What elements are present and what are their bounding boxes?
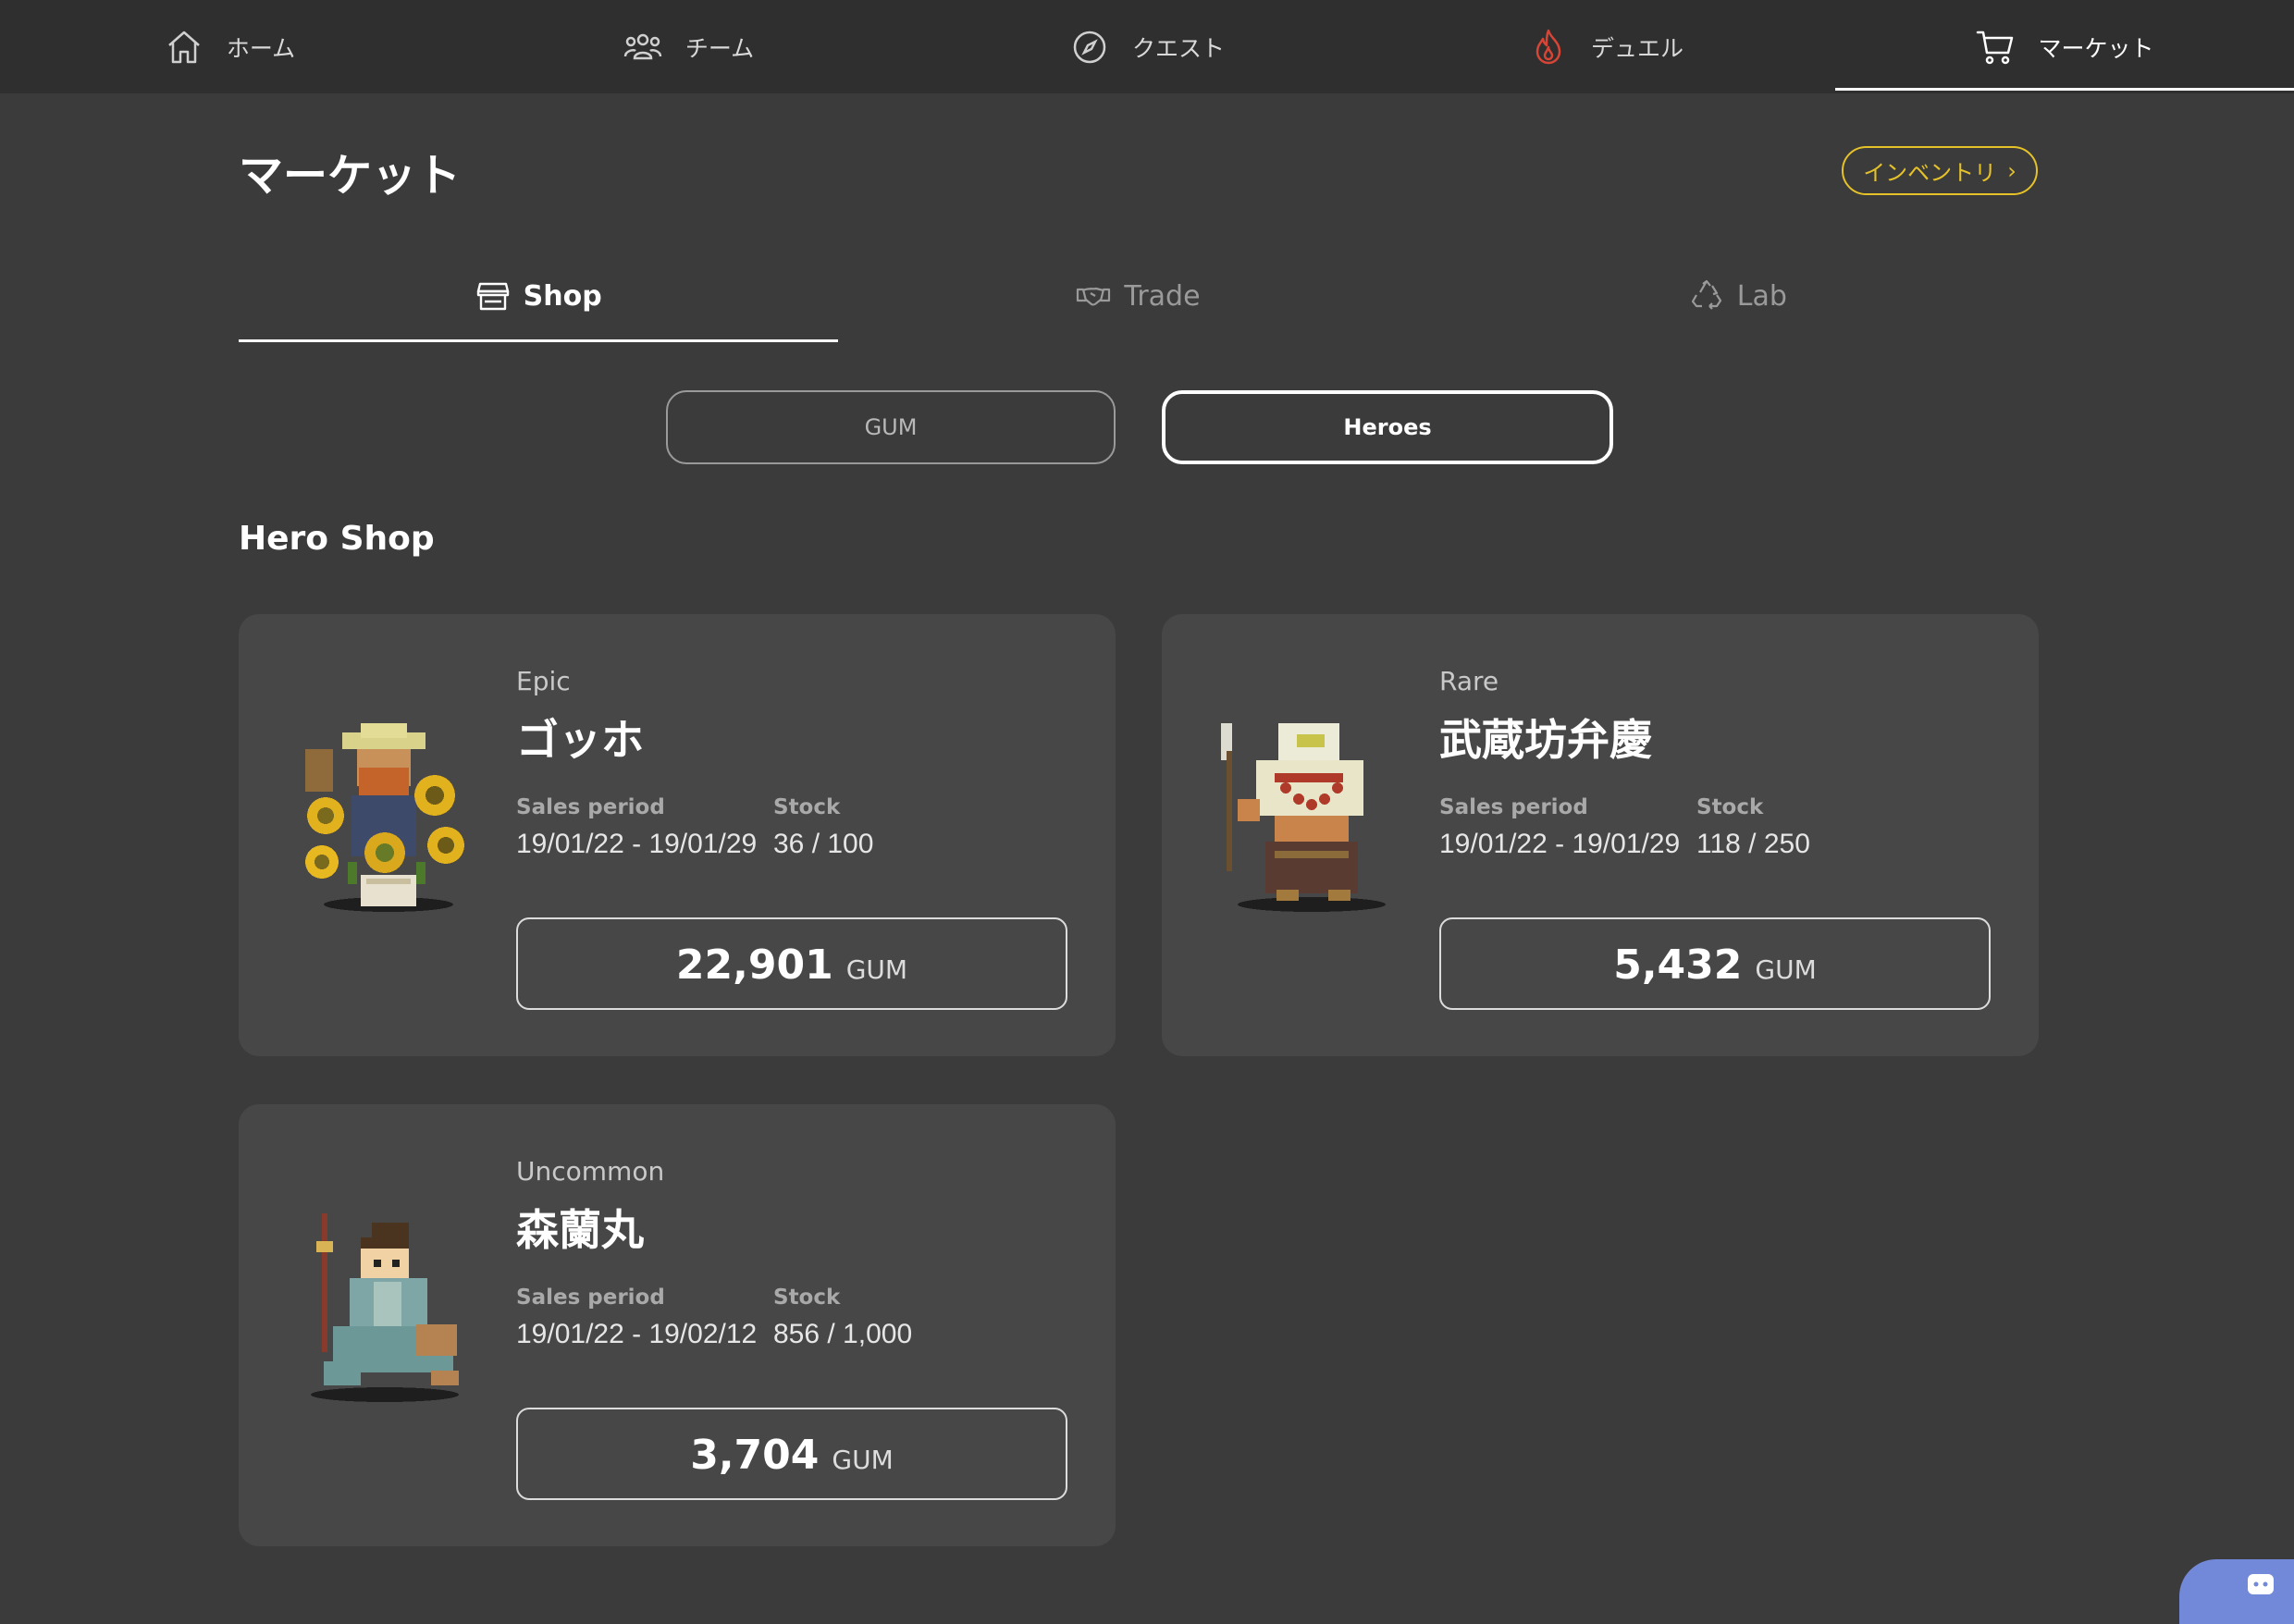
hero-card-ranmaru: Uncommon 森蘭丸 Sales period 19/01/22 - 19/… [239, 1104, 1116, 1546]
nav-item-team[interactable]: チーム [459, 0, 918, 93]
compass-icon [1073, 31, 1106, 63]
stock-value: 856 / 1,000 [773, 1319, 913, 1349]
price-unit: GUM [845, 954, 908, 985]
tab-lab-label: Lab [1736, 279, 1787, 313]
price-value: 3,704 [690, 1432, 820, 1479]
hero-name: 武蔵坊弁慶 [1439, 715, 1652, 765]
hero-sprite-ranmaru [311, 1213, 459, 1402]
nav-item-duel[interactable]: デュエル [1376, 0, 1835, 93]
price-value: 5,432 [1613, 941, 1743, 989]
discord-chat-button[interactable] [2179, 1559, 2294, 1624]
price-unit: GUM [832, 1445, 894, 1475]
nav-item-home[interactable]: ホーム [0, 0, 459, 93]
tab-trade[interactable]: Trade [838, 250, 1437, 342]
sales-period-label: Sales period [1439, 795, 1588, 819]
price-unit: GUM [1755, 954, 1817, 985]
inventory-button[interactable]: インベントリ › [1842, 146, 2038, 195]
handshake-icon [1077, 287, 1111, 306]
price-value: 22,901 [675, 941, 833, 989]
home-icon [168, 31, 200, 63]
inventory-label: インベントリ [1863, 160, 1997, 186]
nav-label-home: ホーム [226, 34, 296, 62]
stock-value: 36 / 100 [773, 829, 874, 859]
buy-button-ranmaru[interactable]: 3,704 GUM [516, 1408, 1067, 1500]
tab-trade-label: Trade [1124, 279, 1201, 313]
sales-period-label: Sales period [516, 1286, 665, 1310]
shop-icon [476, 282, 509, 311]
hero-card-gogh: Epic ゴッホ Sales period 19/01/22 - 19/01/2… [239, 614, 1116, 1056]
buy-button-benkei[interactable]: 5,432 GUM [1439, 917, 1991, 1010]
stock-label: Stock [773, 1286, 841, 1310]
nav-label-market: マーケット [2038, 34, 2154, 62]
nav-label-duel: デュエル [1590, 34, 1684, 62]
tab-shop-label: Shop [523, 279, 602, 313]
nav-item-quest[interactable]: クエスト [918, 0, 1376, 93]
hero-card-benkei: Rare 武蔵坊弁慶 Sales period 19/01/22 - 19/01… [1162, 614, 2039, 1056]
section-title: Hero Shop [239, 520, 435, 558]
hero-sprite-benkei [1221, 723, 1386, 912]
discord-icon [2248, 1574, 2274, 1594]
sales-period-value: 19/01/22 - 19/01/29 [1439, 829, 1681, 859]
top-nav: ホーム チーム クエスト デュエル マーケット [0, 0, 2294, 93]
nav-label-quest: クエスト [1131, 34, 1225, 62]
hero-name: 森蘭丸 [516, 1205, 644, 1255]
market-tabs: Shop Trade Lab [239, 250, 2038, 342]
stock-label: Stock [1696, 795, 1764, 819]
nav-item-market[interactable]: マーケット [1835, 0, 2294, 93]
sales-period-label: Sales period [516, 795, 665, 819]
tab-shop[interactable]: Shop [239, 250, 839, 342]
flame-icon [1536, 29, 1561, 64]
heroes-toggle-button[interactable]: Heroes [1162, 390, 1613, 464]
hero-sprite-gogh [305, 723, 464, 912]
page-title: マーケット [239, 150, 462, 202]
recycle-icon [1691, 279, 1721, 310]
buy-button-gogh[interactable]: 22,901 GUM [516, 917, 1067, 1010]
sales-period-value: 19/01/22 - 19/02/12 [516, 1319, 758, 1349]
hero-name: ゴッホ [516, 715, 644, 765]
stock-label: Stock [773, 795, 841, 819]
sales-period-value: 19/01/22 - 19/01/29 [516, 829, 758, 859]
team-icon [623, 33, 662, 59]
hero-rarity: Rare [1439, 666, 1499, 696]
cart-icon [1977, 31, 2014, 64]
nav-label-team: チーム [684, 34, 755, 62]
tab-lab[interactable]: Lab [1438, 250, 2038, 342]
hero-rarity: Uncommon [516, 1156, 665, 1187]
hero-rarity: Epic [516, 666, 571, 696]
stock-value: 118 / 250 [1696, 829, 1810, 859]
chevron-right-icon: › [2007, 157, 2016, 184]
gum-toggle-button[interactable]: GUM [666, 390, 1116, 464]
